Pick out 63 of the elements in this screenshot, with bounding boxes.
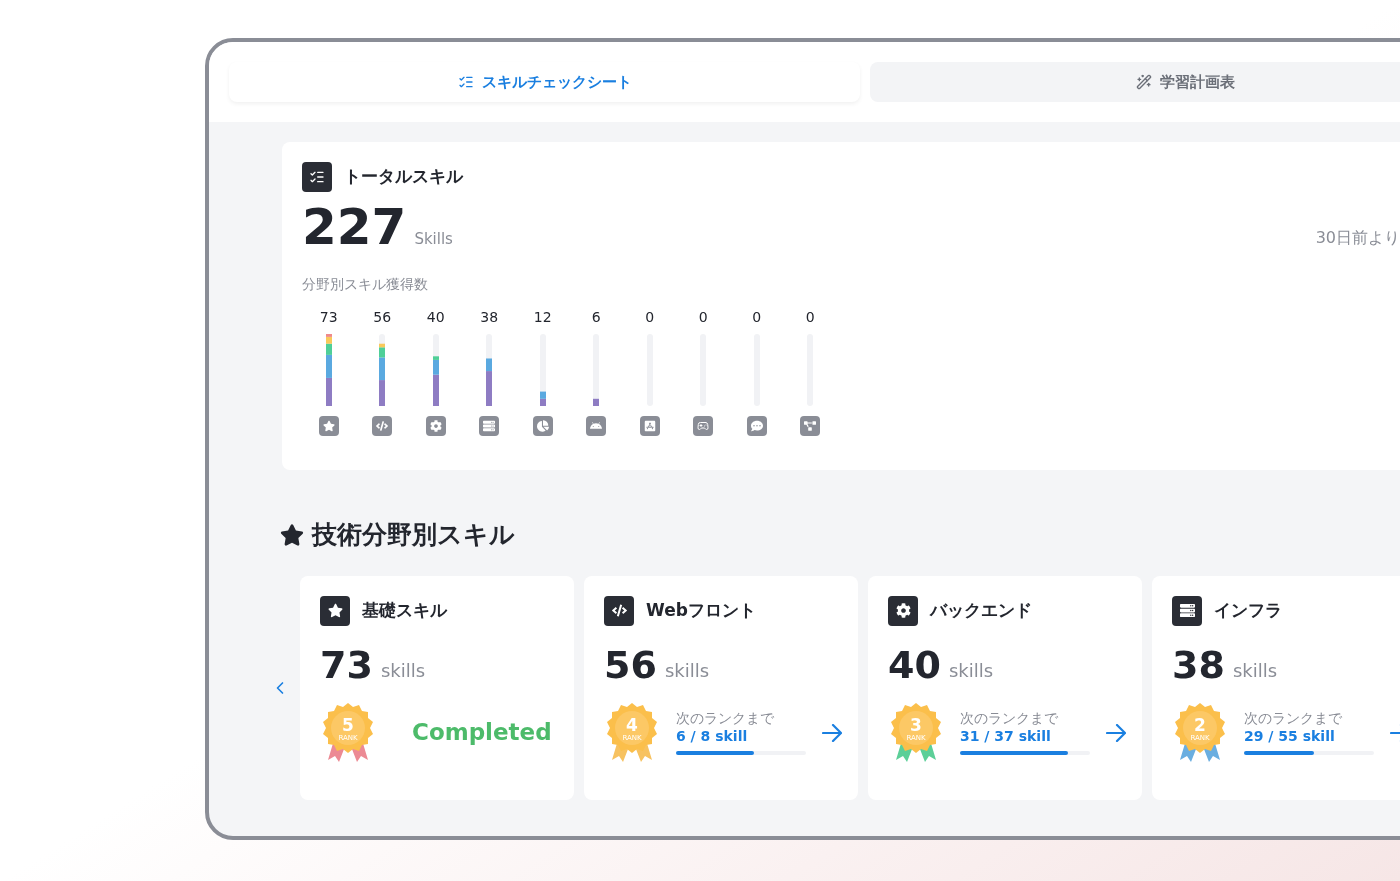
skill-count: 56 (604, 645, 657, 684)
card-title: トータルスキル (344, 165, 463, 189)
code-icon (372, 416, 393, 436)
card-title: インフラ (1214, 598, 1282, 622)
unit-label: skills (1232, 658, 1278, 683)
card-title: バックエンド (930, 598, 1032, 622)
count-label: 6 (591, 308, 601, 327)
skill-count: 40 (888, 645, 941, 684)
card-title: Webフロント (646, 598, 756, 622)
section-title: 技術分野別スキル (312, 519, 515, 551)
code-icon (604, 595, 634, 626)
count-label: 40 (426, 308, 445, 327)
rank-number: 3 (910, 714, 922, 735)
count-label: 12 (533, 308, 552, 327)
progress-text: 29 / 55 skill (1244, 727, 1336, 745)
network-icon (800, 416, 821, 436)
stacked-bar-drawing (539, 334, 546, 406)
stacked-bar-drawing (593, 334, 600, 406)
chat-icon (746, 416, 767, 436)
skill-count: 38 (1172, 645, 1225, 684)
app-store-icon (639, 416, 660, 436)
rank-number: 2 (1194, 714, 1206, 735)
card-title: 基礎スキル (362, 598, 447, 622)
count-label: 0 (698, 308, 708, 327)
count-label: 73 (319, 308, 338, 327)
server-icon (1172, 595, 1202, 626)
progress-text: 31 / 37 skill (960, 727, 1052, 745)
count-label: 0 (805, 308, 815, 327)
count-label: 0 (645, 308, 655, 327)
gear-icon (425, 416, 446, 436)
unit-label: skills (948, 658, 994, 683)
unit-label: skills (380, 658, 426, 683)
stacked-bar-drawing (325, 334, 332, 406)
tab[interactable]: スキルチェックシート (229, 62, 860, 102)
android-icon (586, 416, 607, 436)
checklist-icon (302, 162, 332, 192)
count-label: 56 (373, 308, 392, 327)
checklist-icon (457, 74, 474, 90)
skill-count: 73 (320, 645, 373, 684)
next-rank-label: 次のランクまで (676, 710, 775, 728)
unit-label: skills (664, 658, 710, 683)
rank-number: 5 (342, 714, 354, 735)
unit-label: Skills (414, 228, 453, 250)
rank-number: 4 (626, 714, 638, 735)
tab[interactable]: 学習計画表 (870, 62, 1400, 102)
stacked-bar-drawing (379, 334, 386, 406)
gear-icon (888, 595, 918, 626)
count-label: 38 (480, 308, 499, 327)
next-rank-label: 次のランクまで (1244, 710, 1343, 728)
period-label: 30日前より (1315, 227, 1400, 249)
progress-text: 6 / 8 skill (676, 727, 749, 745)
stacked-bar-drawing (486, 334, 493, 406)
count-label: 0 (752, 308, 762, 327)
gamepad-icon (693, 416, 714, 436)
server-icon (479, 416, 500, 436)
chart-subtitle: 分野別スキル獲得数 (302, 275, 429, 294)
pie-chart-icon (532, 416, 553, 436)
next-rank-label: 次のランクまで (960, 710, 1059, 728)
total-count: 227 (302, 202, 407, 252)
star-icon (280, 522, 304, 547)
stacked-bar-drawing (432, 334, 439, 406)
completed-status: Completed (412, 718, 552, 748)
sparkles-icon (1136, 74, 1152, 90)
